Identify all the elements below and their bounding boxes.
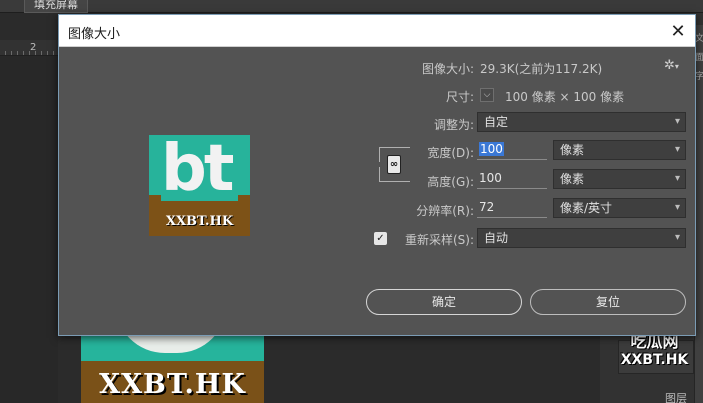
resolution-label: 分辨率(R): <box>416 204 474 218</box>
watermark: 吃瓜网 XXBT.HK <box>612 332 697 368</box>
dimensions-label: 尺寸: <box>445 90 474 104</box>
width-value: 100 <box>479 142 504 156</box>
chevron-down-icon: ▾ <box>674 232 680 243</box>
image-preview[interactable]: bt XXBT.HK <box>149 135 250 236</box>
height-label: 高度(G): <box>427 175 474 189</box>
height-unit: 像素 <box>560 172 585 186</box>
chevron-down-icon: ▾ <box>674 116 680 127</box>
chevron-down-icon: ▾ <box>674 173 680 184</box>
width-input[interactable]: 100 <box>477 140 547 160</box>
watermark-bottom-text: XXBT.HK <box>620 352 689 368</box>
dimensions-value: 100 像素 × 100 像素 <box>505 90 625 104</box>
canvas-image: XXBT.HK <box>81 333 264 403</box>
width-unit-select[interactable]: 像素 ▾ <box>553 140 686 160</box>
height-unit-select[interactable]: 像素 ▾ <box>553 169 686 189</box>
dialog-titlebar[interactable]: 图像大小 ✕ <box>59 15 695 47</box>
gear-icon: ✲▾ <box>664 58 679 73</box>
panel-strip-letter: 面 <box>695 53 703 63</box>
resolution-value: 72 <box>479 200 495 214</box>
settings-button[interactable]: ✲▾ <box>664 58 679 73</box>
chevron-down-icon: ⌵ <box>483 90 491 100</box>
fit-to-value: 自定 <box>484 115 509 129</box>
layers-panel-label[interactable]: 图层 <box>665 390 687 403</box>
reset-button[interactable]: 复位 <box>530 289 686 315</box>
resample-label[interactable]: 重新采样(S): <box>393 231 474 248</box>
resolution-unit-select[interactable]: 像素/英寸 ▾ <box>553 198 686 218</box>
width-label: 宽度(D): <box>427 146 474 160</box>
preview-logo-letters: bt <box>161 135 234 206</box>
chevron-down-icon: ▾ <box>674 202 680 213</box>
image-size-value: 29.3K(之前为117.2K) <box>480 62 603 76</box>
horizontal-ruler <box>0 40 58 56</box>
fit-to-label: 调整为: <box>433 118 474 132</box>
canvas-logo-text: XXBT.HK <box>99 369 246 400</box>
width-unit: 像素 <box>560 143 585 157</box>
preview-logo-text: XXBT.HK <box>165 214 234 229</box>
photoshop-options-bar: 填充屏幕 <box>0 0 703 13</box>
chevron-down-icon: ▾ <box>674 144 680 155</box>
fit-to-select[interactable]: 自定 ▾ <box>477 112 686 132</box>
dimensions-unit-dropdown[interactable]: ⌵ <box>480 88 494 102</box>
resample-select[interactable]: 自动 ▾ <box>477 228 686 248</box>
image-size-dialog: 图像大小 ✕ bt XXBT.HK 图像大小: 29.3K(之前为117.2K)… <box>58 14 696 336</box>
ruler-number: 2 <box>30 42 37 53</box>
resample-value: 自动 <box>484 231 509 245</box>
close-icon: ✕ <box>670 20 686 42</box>
workspace-background <box>0 56 58 403</box>
panel-strip-letter: 文 <box>695 34 703 44</box>
resolution-input[interactable]: 72 <box>477 198 547 218</box>
height-value: 100 <box>479 171 502 185</box>
ok-button[interactable]: 确定 <box>366 289 522 315</box>
checkmark-icon: ✓ <box>376 233 385 244</box>
resolution-unit: 像素/英寸 <box>560 201 613 215</box>
resample-checkbox[interactable]: ✓ <box>374 232 387 245</box>
height-input[interactable]: 100 <box>477 169 547 189</box>
dialog-title: 图像大小 <box>68 27 121 42</box>
panel-strip-letter: 字 <box>695 72 703 82</box>
image-size-label: 图像大小: <box>421 62 474 76</box>
fill-screen-button[interactable]: 填充屏幕 <box>24 0 88 13</box>
link-icon: ∞ <box>389 159 399 170</box>
close-button[interactable]: ✕ <box>664 18 692 44</box>
